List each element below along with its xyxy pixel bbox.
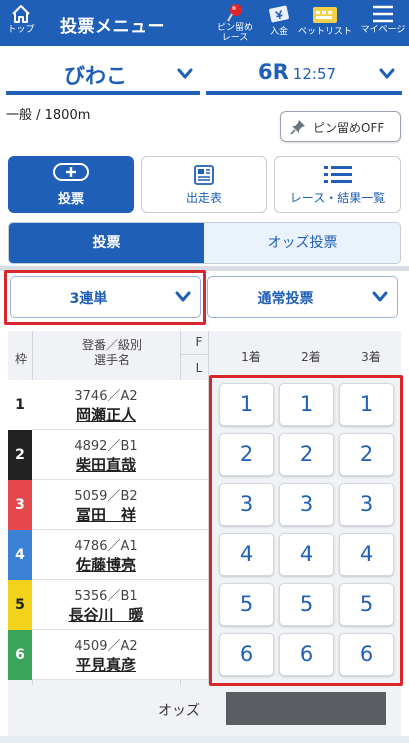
bottom-strip xyxy=(0,736,409,743)
odds-label: オッズ xyxy=(158,703,200,719)
racer-id: 4892／B1 xyxy=(74,439,138,454)
pick-grid-highlight xyxy=(209,375,403,686)
vote-mode-tabs: 投票 オッズ投票 xyxy=(8,222,401,264)
col-header-3rd: 3着 xyxy=(361,350,381,364)
pushpin-icon xyxy=(290,120,305,135)
newspaper-icon xyxy=(194,165,214,185)
list-icon xyxy=(323,166,352,183)
racer-id: 5059／B2 xyxy=(74,489,138,504)
racer-cell: 5356／B1 長谷川 暖 xyxy=(32,580,180,630)
racer-id: 3746／A2 xyxy=(74,389,138,404)
col-header-2nd: 2着 xyxy=(301,350,321,364)
racer-name-link[interactable]: 佐藤博亮 xyxy=(32,554,180,575)
race-results-nav-button[interactable]: レース・結果一覧 xyxy=(274,156,401,213)
waku-cell: 5 xyxy=(8,580,32,630)
racer-name-link[interactable]: 長谷川 暖 xyxy=(32,604,180,625)
bet-list-icon xyxy=(313,7,337,23)
pin-off-label: ピン留めOFF xyxy=(313,121,385,135)
plus-icon xyxy=(53,163,89,181)
waku-cell: 6 xyxy=(8,630,32,680)
pinned-race-button[interactable]: ピン留め レース xyxy=(212,3,258,43)
chevron-down-icon xyxy=(175,291,191,302)
racer-cell: 3746／A2 岡瀬正人 xyxy=(32,380,180,430)
deposit-label: 入金 xyxy=(269,27,288,37)
pin-off-button[interactable]: ピン留めOFF xyxy=(280,111,401,142)
vote-nav-label: 投票 xyxy=(57,192,84,207)
bet-type-value: 3連単 xyxy=(69,291,108,307)
fl-cell xyxy=(180,630,208,680)
chevron-down-icon xyxy=(177,68,193,79)
deposit-icon xyxy=(269,5,289,23)
racer-cell: 4892／B1 柴田直哉 xyxy=(32,430,180,480)
my-page-label: マイページ xyxy=(360,25,406,35)
fl-cell xyxy=(180,430,208,480)
home-button[interactable]: トップ xyxy=(4,3,38,43)
page-title: 投票メニュー xyxy=(60,17,165,37)
racer-cell: 4786／A1 佐藤博亮 xyxy=(32,530,180,580)
pushpin-icon xyxy=(227,4,242,22)
waku-cell: 2 xyxy=(8,430,32,480)
fl-cell xyxy=(180,480,208,530)
racer-name-link[interactable]: 柴田直哉 xyxy=(32,454,180,475)
col-header-waku: 枠 xyxy=(14,352,27,366)
col-header-1st: 1着 xyxy=(241,350,261,364)
app-header: トップ 投票メニュー ピン留め レース 入金 ベットリスト マイページ xyxy=(0,0,409,46)
fl-cell xyxy=(180,380,208,430)
tab-vote[interactable]: 投票 xyxy=(9,223,204,263)
my-page-button[interactable]: マイページ xyxy=(358,3,408,43)
race-time: 12:57 xyxy=(292,65,337,83)
fl-cell xyxy=(180,580,208,630)
bet-list-button[interactable]: ベットリスト xyxy=(298,3,352,43)
waku-cell: 1 xyxy=(8,380,32,430)
race-value: 6R 12:57 xyxy=(258,60,336,84)
deposit-button[interactable]: 入金 xyxy=(262,3,296,43)
racer-cell: 5059／B2 冨田 祥 xyxy=(32,480,180,530)
odds-display xyxy=(226,692,386,725)
vote-method-select[interactable]: 通常投票 xyxy=(207,276,398,318)
venue-value: びわこ xyxy=(64,64,127,88)
racer-name-link[interactable]: 平見真彦 xyxy=(32,654,180,675)
racer-cell: 4509／A2 平見真彦 xyxy=(32,630,180,680)
col-header-racer-name: 選手名 xyxy=(93,353,130,367)
bet-list-label: ベットリスト xyxy=(298,27,353,37)
race-results-nav-label: レース・結果一覧 xyxy=(289,191,386,205)
race-card-nav-label: 出走表 xyxy=(185,191,222,205)
waku-cell: 4 xyxy=(8,530,32,580)
bet-type-select[interactable]: 3連単 xyxy=(10,276,201,318)
race-select[interactable]: 6R 12:57 xyxy=(206,55,402,95)
fl-cell xyxy=(180,530,208,580)
racer-id: 4509／A2 xyxy=(74,639,138,654)
waku-cell: 3 xyxy=(8,480,32,530)
venue-select[interactable]: びわこ xyxy=(6,55,200,95)
racer-id: 4786／A1 xyxy=(74,539,138,554)
race-card-nav-button[interactable]: 出走表 xyxy=(141,156,267,213)
chevron-down-icon xyxy=(379,68,395,79)
col-header-racer: 登番／級別 選手名 xyxy=(42,338,182,368)
hamburger-menu-icon xyxy=(373,5,393,23)
tab-odds-vote[interactable]: オッズ投票 xyxy=(204,223,400,263)
home-label: トップ xyxy=(7,25,35,35)
vote-method-value: 通常投票 xyxy=(257,291,314,307)
home-icon xyxy=(12,5,30,23)
pinned-race-label-1: ピン留め xyxy=(216,23,253,33)
race-info: 一般 / 1800m xyxy=(6,108,91,123)
header-divider xyxy=(180,354,208,355)
racer-name-link[interactable]: 岡瀬正人 xyxy=(32,404,180,425)
chevron-down-icon xyxy=(372,291,388,302)
col-header-racer-id: 登番／級別 xyxy=(81,338,142,352)
vote-nav-button[interactable]: 投票 xyxy=(8,156,134,213)
racer-name-link[interactable]: 冨田 祥 xyxy=(32,504,180,525)
row-divider xyxy=(32,679,208,680)
race-number: 6R xyxy=(258,60,289,84)
pinned-race-label-2: レース xyxy=(221,33,249,43)
racer-id: 5356／B1 xyxy=(74,589,138,604)
